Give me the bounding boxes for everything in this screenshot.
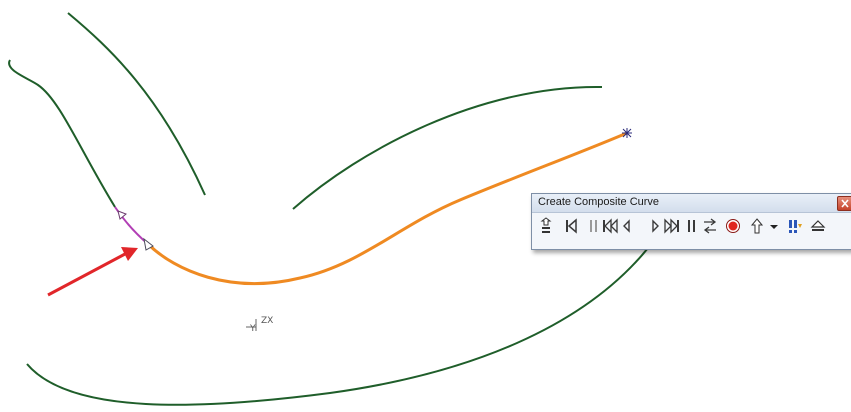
fast-forward-button[interactable] [664, 216, 680, 236]
toolbar-title: Create Composite Curve [538, 196, 660, 208]
fast-forward-icon [664, 218, 679, 234]
curve-upper-left[interactable] [67, 12, 206, 196]
fast-backward-icon [603, 218, 618, 234]
create-composite-curve-toolbar[interactable]: Create Composite Curve [531, 193, 851, 250]
select-icon [540, 217, 552, 233]
pause-button[interactable] [684, 216, 700, 236]
triad-label-zx: ZX [261, 316, 273, 326]
step-forward-button[interactable] [647, 216, 663, 236]
record-button[interactable] [725, 216, 741, 236]
reverse-direction-button[interactable] [702, 216, 718, 236]
step-forward-icon [652, 219, 659, 233]
reverse-direction-icon [703, 218, 717, 234]
options-button[interactable] [787, 216, 803, 236]
close-icon[interactable] [837, 196, 851, 211]
record-icon [726, 219, 740, 233]
up-arrow-icon [750, 218, 764, 234]
curve-bottom[interactable] [26, 234, 659, 406]
go-start-icon [566, 218, 577, 234]
red-pointer-arrow-icon [47, 247, 138, 297]
toolbar-body [532, 213, 851, 249]
dropdown-button[interactable] [766, 216, 782, 236]
step-backward-icon [623, 219, 630, 233]
direction-arrow-icon [117, 210, 127, 220]
triad-label-y: Y [249, 324, 256, 334]
pause-disabled-button[interactable] [586, 216, 602, 236]
coordinate-triad: Y ZX [246, 316, 273, 334]
select-button[interactable] [538, 216, 554, 236]
dropdown-arrow-icon [770, 225, 778, 229]
go-start-button[interactable] [563, 216, 579, 236]
eject-icon [810, 220, 826, 231]
fast-backward-button[interactable] [602, 216, 618, 236]
step-backward-button[interactable] [619, 216, 635, 236]
endpoint-marker-icon [622, 128, 632, 138]
eject-button[interactable] [810, 216, 826, 236]
options-icon [789, 220, 802, 233]
up-arrow-button[interactable] [749, 216, 765, 236]
curve-middle[interactable] [292, 85, 603, 210]
curve-left-edge[interactable] [8, 59, 116, 208]
pause-disabled-icon [590, 220, 597, 232]
toolbar-titlebar[interactable]: Create Composite Curve [532, 194, 851, 213]
pause-icon [688, 220, 695, 232]
